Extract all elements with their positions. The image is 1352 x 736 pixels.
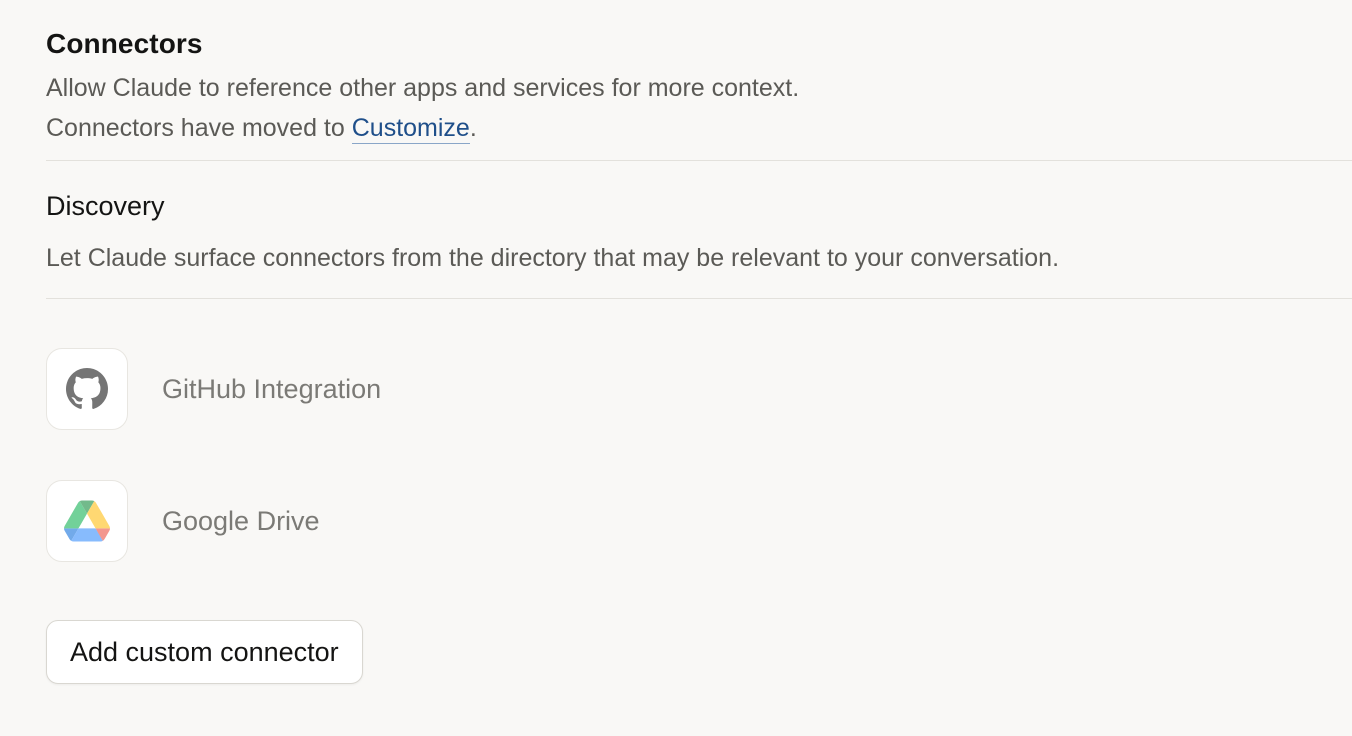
github-icon-tile	[46, 348, 128, 430]
connector-item-google-drive[interactable]: Google Drive	[46, 480, 646, 564]
connectors-settings-panel: Connectors Allow Claude to reference oth…	[0, 0, 1352, 736]
connector-item-github[interactable]: GitHub Integration	[46, 348, 646, 432]
connectors-title: Connectors	[46, 28, 203, 59]
moved-note-prefix: Connectors have moved to	[46, 114, 352, 142]
discovery-description: Let Claude surface connectors from the d…	[46, 244, 1060, 272]
add-custom-connector-button[interactable]: Add custom connector	[46, 620, 363, 684]
customize-link[interactable]: Customize	[351, 114, 470, 144]
google-drive-icon	[64, 500, 110, 542]
google-drive-icon-tile	[46, 480, 128, 562]
section-divider	[46, 298, 1352, 299]
section-divider	[46, 160, 1352, 161]
connectors-description: Allow Claude to reference other apps and…	[46, 74, 800, 102]
discovery-title: Discovery	[46, 191, 165, 221]
github-icon	[66, 368, 108, 409]
moved-note-suffix: .	[469, 114, 477, 142]
connector-label-google-drive: Google Drive	[162, 506, 320, 536]
connectors-moved-note: Connectors have moved to Customize.	[46, 111, 477, 145]
connector-label-github: GitHub Integration	[162, 374, 382, 404]
